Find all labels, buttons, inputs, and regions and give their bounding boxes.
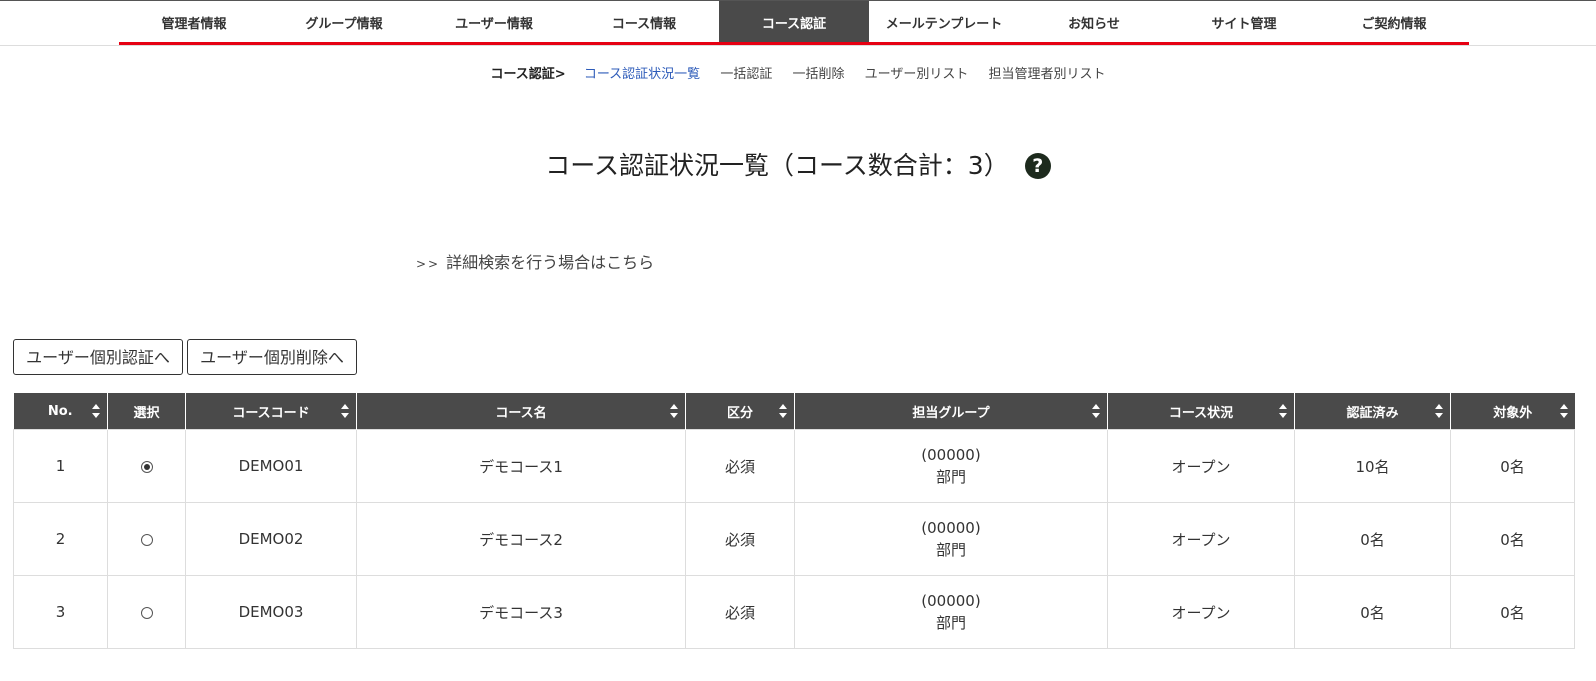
nav-item-site-admin[interactable]: サイト管理: [1169, 1, 1319, 42]
cell-no: 1: [13, 429, 108, 503]
col-header-label: コース名: [495, 405, 547, 421]
nav-item-admin-info[interactable]: 管理者情報: [119, 1, 269, 42]
select-radio[interactable]: [140, 606, 153, 619]
col-header-status[interactable]: コース状況: [1107, 393, 1295, 430]
group-name: 部門: [935, 614, 966, 632]
col-header-label: 選択: [133, 405, 160, 421]
cell-status: オープン: [1107, 429, 1295, 503]
group-name: 部門: [935, 468, 966, 486]
select-radio[interactable]: [140, 533, 153, 546]
cell-no: 2: [13, 502, 108, 576]
group-code: (00000): [921, 446, 981, 464]
col-header-kubun[interactable]: 区分: [685, 393, 795, 430]
subnav-link-status-list[interactable]: コース認証状況一覧: [584, 67, 700, 82]
col-header-label: コース状況: [1168, 405, 1234, 421]
individual-auth-button[interactable]: ユーザー個別認証へ: [13, 339, 183, 375]
cell-course-code: DEMO03: [185, 575, 357, 649]
select-radio[interactable]: [140, 460, 153, 473]
nav-item-group-info[interactable]: グループ情報: [269, 1, 419, 42]
nav-item-course-info[interactable]: コース情報: [569, 1, 719, 42]
nav-item-contract-info[interactable]: ご契約情報: [1319, 1, 1469, 42]
cell-course-code: DEMO02: [185, 502, 357, 576]
cell-group: (00000) 部門: [794, 502, 1108, 576]
cell-excluded: 0名: [1450, 575, 1575, 649]
cell-group: (00000) 部門: [794, 575, 1108, 649]
table-row[interactable]: 1 DEMO01 デモコース1 必須 (00000) 部門 オープン 10名 0名: [13, 429, 1575, 503]
nav-item-user-info[interactable]: ユーザー情報: [419, 1, 569, 42]
sort-icon[interactable]: [1559, 403, 1569, 419]
cell-excluded: 0名: [1450, 429, 1575, 503]
sort-icon[interactable]: [1278, 403, 1288, 419]
cell-course-name: デモコース1: [356, 429, 686, 503]
sub-nav: コース認証> コース認証状況一覧 一括認証 一括削除 ユーザー別リスト 担当管理…: [0, 63, 1596, 82]
cell-status: オープン: [1107, 575, 1295, 649]
double-arrow-icon: >>: [416, 257, 441, 271]
cell-kubun: 必須: [685, 575, 795, 649]
help-icon[interactable]: ?: [1024, 153, 1051, 179]
page-title: コース認証状況一覧（コース数合計：3）: [545, 151, 1009, 180]
main-nav: 管理者情報 グループ情報 ユーザー情報 コース情報 コース認証 メールテンプレー…: [119, 1, 1469, 45]
col-header-group[interactable]: 担当グループ: [794, 393, 1108, 430]
cell-group: (00000) 部門: [794, 429, 1108, 503]
nav-item-notices[interactable]: お知らせ: [1019, 1, 1169, 42]
col-header-select: 選択: [107, 393, 186, 430]
subnav-link-bulk-auth[interactable]: 一括認証: [720, 67, 772, 82]
nav-item-mail-template[interactable]: メールテンプレート: [869, 1, 1019, 42]
cell-kubun: 必須: [685, 429, 795, 503]
table-row[interactable]: 3 DEMO03 デモコース3 必須 (00000) 部門 オープン 0名 0名: [13, 575, 1575, 649]
col-header-label: 区分: [726, 405, 753, 421]
advanced-search-link[interactable]: >> 詳細検索を行う場合はこちら: [416, 249, 654, 273]
col-header-label: コースコード: [232, 405, 310, 421]
table-header-row: No. 選択 コースコード コース名 区分 担当グループ コース状況 認証済み …: [13, 393, 1575, 430]
cell-select: [107, 502, 186, 576]
cell-course-name: デモコース2: [356, 502, 686, 576]
subnav-link-bulk-delete[interactable]: 一括削除: [792, 67, 844, 82]
page-title-row: コース認証状況一覧（コース数合計：3）?: [0, 146, 1596, 182]
col-header-certified[interactable]: 認証済み: [1294, 393, 1451, 430]
cell-status: オープン: [1107, 502, 1295, 576]
individual-delete-button[interactable]: ユーザー個別削除へ: [187, 339, 357, 375]
cell-course-name: デモコース3: [356, 575, 686, 649]
sort-icon[interactable]: [669, 403, 679, 419]
table-row[interactable]: 2 DEMO02 デモコース2 必須 (00000) 部門 オープン 0名 0名: [13, 502, 1575, 576]
col-header-no[interactable]: No.: [13, 393, 108, 430]
sort-icon[interactable]: [340, 403, 350, 419]
col-header-label: 担当グループ: [912, 405, 990, 421]
sort-icon[interactable]: [91, 403, 101, 419]
cell-course-code: DEMO01: [185, 429, 357, 503]
col-header-label: 対象外: [1493, 405, 1533, 421]
group-name: 部門: [935, 541, 966, 559]
col-header-course-name[interactable]: コース名: [356, 393, 686, 430]
subnav-section-label: コース認証>: [490, 67, 566, 82]
col-header-excluded[interactable]: 対象外: [1450, 393, 1575, 430]
cell-select: [107, 429, 186, 503]
cell-excluded: 0名: [1450, 502, 1575, 576]
cell-no: 3: [13, 575, 108, 649]
nav-divider: [0, 45, 1596, 46]
cell-certified: 10名: [1294, 429, 1451, 503]
course-auth-table: No. 選択 コースコード コース名 区分 担当グループ コース状況 認証済み …: [13, 393, 1575, 649]
nav-item-course-auth[interactable]: コース認証: [719, 1, 869, 42]
col-header-label: No.: [47, 403, 73, 419]
sort-icon[interactable]: [778, 403, 788, 419]
group-code: (00000): [921, 592, 981, 610]
subnav-link-user-list[interactable]: ユーザー別リスト: [865, 67, 969, 82]
subnav-link-manager-list[interactable]: 担当管理者別リスト: [989, 67, 1106, 82]
sort-icon[interactable]: [1434, 403, 1444, 419]
cell-certified: 0名: [1294, 575, 1451, 649]
cell-kubun: 必須: [685, 502, 795, 576]
cell-certified: 0名: [1294, 502, 1451, 576]
col-header-course-code[interactable]: コースコード: [185, 393, 357, 430]
advanced-search-label: 詳細検索を行う場合はこちら: [446, 253, 655, 272]
col-header-label: 認証済み: [1346, 405, 1399, 421]
sort-icon[interactable]: [1091, 403, 1101, 419]
cell-select: [107, 575, 186, 649]
group-code: (00000): [921, 519, 981, 537]
